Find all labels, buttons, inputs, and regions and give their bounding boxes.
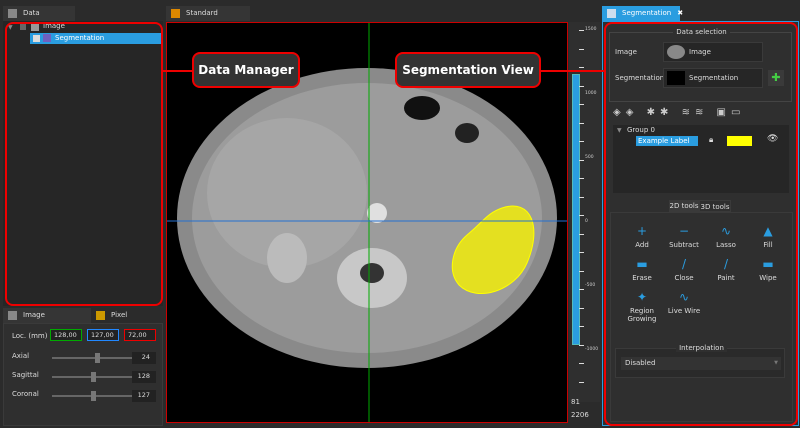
image-navigator-panel: Loc. (mm) 128,00 127,00 72,00 Axial 24 Sa…: [3, 323, 163, 426]
loc-y-input[interactable]: 127,00: [87, 329, 119, 341]
axis-label: Axial: [12, 352, 30, 360]
tab-segmentation[interactable]: Segmentation ✖: [602, 6, 683, 21]
close-icon[interactable]: ✖: [677, 9, 683, 17]
scale-tick: [579, 67, 584, 68]
scale-tick: [579, 159, 584, 161]
axis-label: Sagittal: [12, 371, 39, 379]
slice-slider[interactable]: [52, 372, 142, 382]
tab-data-manager[interactable]: Data Manager: [3, 6, 75, 32]
loc-z-input[interactable]: 72,00: [124, 329, 156, 341]
axis-label: Coronal: [12, 390, 39, 398]
data-manager-icon: [8, 9, 17, 18]
scale-label: 500: [585, 155, 594, 160]
scale-label: 1500: [585, 27, 597, 32]
scale-tick: [579, 233, 584, 235]
callout-line: [163, 70, 193, 72]
level-window-slider[interactable]: 1500 1000 500 0 -500 -1000: [569, 22, 600, 402]
level-value[interactable]: 81: [569, 398, 600, 410]
highlight-box: [604, 22, 798, 426]
slider-handle[interactable]: [90, 372, 96, 382]
scale-tick: [579, 215, 584, 216]
scale-tick: [579, 141, 584, 142]
slider-handle[interactable]: [95, 353, 101, 363]
highlight-box: [5, 22, 163, 306]
scale-tick: [579, 344, 584, 346]
scale-tick: [579, 30, 584, 31]
scale-tick: [579, 48, 584, 50]
scale-tick: [579, 178, 584, 179]
slice-spinbox[interactable]: 24: [132, 352, 156, 364]
segmentation-icon: [607, 9, 616, 18]
slice-spinbox[interactable]: 127: [132, 390, 156, 402]
tab-pixel-value[interactable]: Pixel Value✖: [91, 308, 155, 334]
loc-label: Loc. (mm): [12, 332, 48, 340]
slice-slider[interactable]: [52, 353, 142, 363]
tab-label: Segmentation: [622, 9, 672, 17]
navigator-icon: [8, 311, 17, 320]
callout-segmentation-view: Segmentation View: [395, 52, 541, 88]
scale-label: 0: [585, 219, 588, 224]
slice-spinbox[interactable]: 128: [132, 371, 156, 383]
callout-data-manager: Data Manager: [192, 52, 300, 88]
scale-tick: [579, 381, 584, 383]
magnifier-icon: [96, 311, 105, 320]
tab-standard-display[interactable]: Standard Display✖: [166, 6, 250, 32]
scale-tick: [579, 122, 584, 124]
scale-tick: [579, 252, 584, 253]
slice-slider[interactable]: [52, 391, 142, 401]
loc-x-input[interactable]: 128,00: [50, 329, 82, 341]
scale-tick: [579, 270, 584, 272]
display-icon: [171, 9, 180, 18]
callout-line: [540, 70, 604, 72]
scale-label: 1000: [585, 91, 597, 96]
scale-tick: [579, 326, 584, 327]
scale-label: -1000: [585, 347, 599, 352]
scale-tick: [579, 307, 584, 309]
level-window-bar[interactable]: [572, 74, 580, 345]
scale-tick: [579, 85, 584, 87]
scale-tick: [579, 104, 584, 105]
window-value[interactable]: 2206: [569, 411, 600, 423]
scale-label: -500: [585, 283, 596, 288]
scale-tick: [579, 196, 584, 198]
scale-tick: [579, 363, 584, 364]
tab-image-navigator[interactable]: Image Navigator✖: [3, 308, 91, 334]
scale-tick: [579, 289, 584, 290]
slider-handle[interactable]: [90, 391, 96, 401]
